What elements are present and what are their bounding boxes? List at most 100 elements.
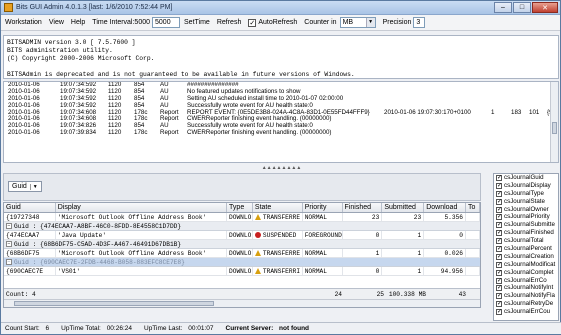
job-priority-cell: NORMAL <box>303 249 343 257</box>
refresh-button[interactable]: Refresh <box>217 19 242 26</box>
column-toggle[interactable]: ✓ csJournalType <box>494 190 558 198</box>
job-guid: {68B6DF75 <box>6 250 40 257</box>
log-cell: 178c <box>134 129 148 137</box>
column-toggle[interactable]: ✓ csJournalSubmitte <box>494 221 558 229</box>
column-toggle[interactable]: ✓ csJournalPercent <box>494 245 558 253</box>
log-scrollbar[interactable] <box>550 82 558 162</box>
job-priority: NORMAL <box>304 268 327 275</box>
group-row[interactable]: − Guid : {474ECAA7-A8BF-46C0-8FDD-8E4558C… <box>4 222 480 231</box>
menu-workstation[interactable]: Workstation <box>5 19 42 26</box>
log-cell: CWERReporter finishing event handling. (… <box>187 129 332 137</box>
column-toggle[interactable]: ✓ csJournalTotal <box>494 237 558 245</box>
column-toggle-label: csJournalPercent <box>504 245 552 253</box>
column-header[interactable]: Type <box>227 203 253 212</box>
column-toggle[interactable]: ✓ csJournalErrCo <box>494 277 558 285</box>
group-by-guid-chip[interactable]: Guid ▼ <box>8 181 42 192</box>
group-row[interactable]: − Guid : {68B6DF75-C5AD-4D3F-A467-46491D6… <box>4 240 480 249</box>
app-icon <box>4 3 13 12</box>
checkmark-icon: ✓ <box>496 309 503 316</box>
checkmark-icon: ✓ <box>496 253 503 260</box>
column-toggle-label: csJournalType <box>504 189 544 197</box>
column-header[interactable]: Display <box>56 203 228 212</box>
column-toggle-label: csJournalCreation <box>504 252 554 260</box>
group-row[interactable]: − Guid : {690CAEC7E-2FDB-4468-B058-883EFC… <box>4 258 480 267</box>
grid-header: Guid Display Type State Priority Finished Subm… <box>4 203 480 213</box>
column-toggle-label: csJournalState <box>504 197 545 205</box>
job-priority: NORMAL <box>304 214 327 221</box>
job-submitted-cell: 1 <box>382 267 425 275</box>
chevron-down-icon: ▼ <box>29 183 38 190</box>
job-priority: NORMAL <box>304 250 327 257</box>
checkmark-icon: ✓ <box>496 222 503 229</box>
column-toggle[interactable]: ✓ csJournalNotifyInt <box>494 284 558 292</box>
checkmark-icon: ✓ <box>496 269 503 276</box>
menu-view[interactable]: View <box>49 19 64 26</box>
log-row[interactable]: 2010-01-06 19:07:39:834 1120 178c Report CWER… <box>4 129 558 137</box>
column-toggle[interactable]: ✓ csJournalModificat <box>494 261 558 269</box>
table-row[interactable]: {690CAEC7E 'VS01' DOWNLO TRANSFERRI NORMAL 0 1… <box>4 267 480 276</box>
column-header[interactable]: Download <box>424 203 467 212</box>
title-bar: Bits GUI Admin 4.0.1.3 [last: 1/6/2010 7… <box>1 1 560 15</box>
job-state: TRANSFERRE <box>262 250 301 257</box>
job-download: 5.356 <box>444 214 464 221</box>
job-submitted: 1 <box>417 232 422 239</box>
job-submitted: 1 <box>417 268 422 275</box>
job-finished: 1 <box>375 250 380 257</box>
column-toggle-label: csJournalTotal <box>504 237 544 245</box>
group-by-bar: Guid ▼ <box>3 173 481 201</box>
table-row[interactable]: {474ECAA7 'Java Update' DOWNLO SUSPENDED FOR… <box>4 231 480 240</box>
column-header[interactable]: Submitted <box>382 203 425 212</box>
column-header[interactable]: Finished <box>343 203 383 212</box>
grid-hscrollbar[interactable] <box>4 299 480 307</box>
column-toggle[interactable]: ✓ csJournalRetryDe <box>494 300 558 308</box>
log-cell: 2010-01-06 19:07:30:170+0100 <box>384 108 471 116</box>
pane-splitter[interactable]: ▲▲▲▲▲▲▲▲ <box>1 164 561 171</box>
checkmark-icon: ✓ <box>496 182 503 189</box>
checkmark-icon: ✓ <box>248 18 257 27</box>
counter-unit-select[interactable]: MB ▼ <box>339 17 376 28</box>
grid-footer: Count: 4 24 25 100.338 MB 43 <box>4 288 480 299</box>
minimize-button[interactable]: – <box>494 2 512 13</box>
precision-input[interactable] <box>413 17 426 28</box>
column-chooser: ✓ csJournalGuid ✓ csJournalDisplay ✓ csJourna… <box>493 173 559 321</box>
column-header[interactable]: To <box>466 203 480 212</box>
table-row[interactable]: {19727348 'Microsoft Outlook Offline Addr… <box>4 213 480 222</box>
column-toggle[interactable]: ✓ csJournalOwner <box>494 206 558 214</box>
job-finished-cell: 0 <box>343 231 383 239</box>
event-log: 2010-01-06 19:07:34:592 1120 854 AU #########… <box>3 81 559 163</box>
checkmark-icon: ✓ <box>496 245 503 252</box>
console-line: (C) Copyright 2000-2006 Microsoft Corp. <box>7 55 155 62</box>
column-toggle[interactable]: ✓ csJournalErrCou <box>494 308 558 316</box>
checkmark-icon: ✓ <box>496 230 503 237</box>
current-server-label: Current Server: <box>225 325 274 332</box>
column-header[interactable]: Guid <box>4 203 56 212</box>
column-toggle[interactable]: ✓ csJournalCreation <box>494 253 558 261</box>
column-toggle[interactable]: ✓ csJournalPriority <box>494 213 558 221</box>
collapse-icon[interactable]: − <box>6 223 12 230</box>
close-button[interactable]: ✕ <box>532 2 558 13</box>
job-guid: {474ECAA7 <box>6 232 40 239</box>
column-toggle[interactable]: ✓ csJournalComplet <box>494 269 558 277</box>
column-toggle-label: csJournalErrCo <box>504 276 547 284</box>
table-row[interactable]: {68B6DF75 'Microsoft Outlook Offline Addr… <box>4 249 480 258</box>
auto-refresh-checkbox[interactable]: ✓ AutoRefresh <box>248 18 298 27</box>
footer-finished: 24 <box>334 291 342 298</box>
column-toggle[interactable]: ✓ csJournalGuid <box>494 174 558 182</box>
collapse-icon[interactable]: − <box>6 259 12 266</box>
auto-refresh-label: AutoRefresh <box>258 19 298 26</box>
column-toggle[interactable]: ✓ csJournalDisplay <box>494 182 558 190</box>
column-header[interactable]: State <box>253 203 303 212</box>
count-start-value: 6 <box>45 325 50 332</box>
time-interval-input[interactable] <box>152 17 181 28</box>
jobs-grid: Guid Display Type State Priority Finished Subm… <box>3 202 481 308</box>
column-header[interactable]: Priority <box>303 203 343 212</box>
column-toggle[interactable]: ✓ csJournalFinished <box>494 229 558 237</box>
column-toggle[interactable]: ✓ csJournalState <box>494 198 558 206</box>
maximize-button[interactable]: □ <box>513 2 531 13</box>
set-time-button[interactable]: SetTime <box>184 19 210 26</box>
log-cell: 1 <box>491 108 495 116</box>
collapse-icon[interactable]: − <box>6 241 12 248</box>
menu-help[interactable]: Help <box>71 19 85 26</box>
column-toggle[interactable]: ✓ csJournalNotifyFla <box>494 292 558 300</box>
